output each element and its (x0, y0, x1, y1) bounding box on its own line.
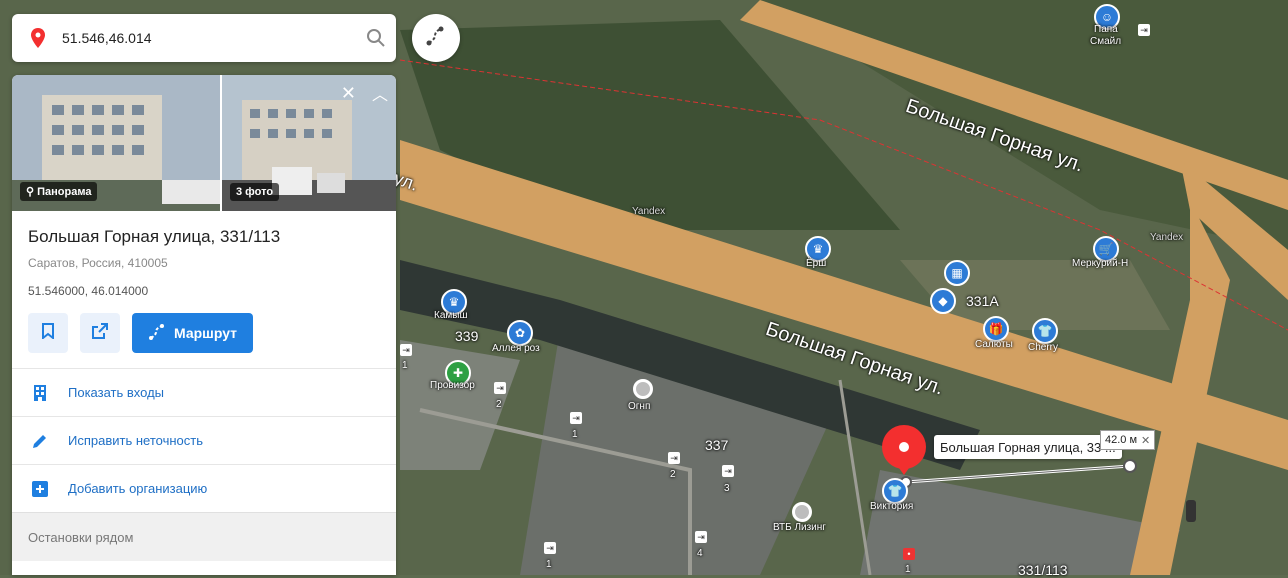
bookmark-button[interactable] (28, 313, 68, 353)
entrance-icon[interactable]: ⇥ (570, 412, 582, 424)
house-number: 331/113 (1018, 562, 1068, 578)
search-input[interactable] (60, 29, 356, 47)
close-icon[interactable]: ✕ (341, 83, 356, 104)
pencil-icon (28, 433, 52, 449)
menu-add-organization[interactable]: Добавить организацию (12, 464, 396, 512)
entrance-number: 1 (905, 564, 911, 575)
poi-papa-label2[interactable]: Смайл (1090, 36, 1121, 47)
poi-merkuriy-label[interactable]: Меркурий-Н (1072, 258, 1128, 269)
poi-provizor-label[interactable]: Провизор (430, 380, 475, 391)
entrance-icon[interactable]: ⇥ (400, 344, 412, 356)
map-pin-icon (26, 28, 50, 48)
distance-text: 42.0 м (1105, 434, 1138, 446)
menu-label: Исправить неточность (68, 433, 203, 448)
poi-vtb-icon[interactable] (792, 502, 812, 522)
house-number: 339 (455, 328, 479, 344)
search-bar (12, 14, 396, 62)
menu-label: Добавить организацию (68, 481, 208, 496)
action-row: Маршрут (12, 298, 396, 368)
panorama-caption: ⚲ Панорама (20, 182, 98, 201)
entrance-number: 1 (546, 559, 552, 570)
route-button[interactable]: Маршрут (132, 313, 254, 353)
photos-thumbnail[interactable]: 3 фото ✕ ︿ (222, 75, 396, 211)
entrance-number: 3 (724, 483, 730, 494)
entrance-number: 2 (496, 399, 502, 410)
place-coordinates[interactable]: 51.546000, 46.014000 (28, 284, 380, 298)
entrance-icon[interactable]: • (903, 548, 915, 560)
entrance-icon[interactable]: ⇥ (544, 542, 556, 554)
share-icon (92, 322, 108, 344)
poi-bank-icon[interactable]: ▦ (944, 260, 970, 286)
entrance-number: 1 (572, 429, 578, 440)
menu-label: Показать входы (68, 385, 165, 400)
place-subtitle: Саратов, Россия, 410005 (28, 256, 168, 270)
entrance-icon[interactable]: ⇥ (668, 452, 680, 464)
entrance-icon[interactable]: ⇥ (695, 531, 707, 543)
entrance-icon[interactable]: ⇥ (722, 465, 734, 477)
building-icon (28, 384, 52, 402)
entrance-icon[interactable]: ⇥ (494, 382, 506, 394)
poi-ognp-label[interactable]: Огнп (628, 401, 650, 412)
poi-cherry-icon[interactable]: 👕 (1032, 318, 1058, 344)
panorama-icon: ⚲ (26, 186, 35, 198)
route-button-round[interactable] (412, 14, 460, 62)
plus-icon (28, 480, 52, 497)
poi-jewel-icon[interactable]: ◆ (930, 288, 956, 314)
share-button[interactable] (80, 313, 120, 353)
menu-show-entrances[interactable]: Показать входы (12, 368, 396, 416)
poi-salyuty-label[interactable]: Салюты (975, 339, 1013, 350)
tooltip-text: Большая Горная улица, 33 ... (940, 439, 1116, 455)
route-icon (425, 25, 447, 52)
entrance-number: 4 (697, 548, 703, 559)
map-watermark: Yandex (1150, 232, 1184, 243)
map-watermark: Yandex (632, 206, 666, 217)
poi-viktoriya-label[interactable]: Виктория (870, 501, 913, 512)
route-icon (148, 323, 166, 344)
search-icon[interactable] (356, 29, 396, 47)
photo-strip: ⚲ Панорама 3 фото ✕ ︿ (12, 75, 396, 211)
poi-cherry-label[interactable]: Cherry (1028, 342, 1058, 353)
entrance-number: 1 (402, 360, 408, 371)
poi-ognp-icon[interactable] (633, 379, 653, 399)
poi-kamysh-label[interactable]: Камыш (434, 310, 467, 321)
poi-alleya-label[interactable]: Аллея роз (492, 343, 540, 354)
entrance-icon[interactable]: ⇥ (1138, 24, 1150, 36)
chevron-up-icon[interactable]: ︿ (372, 81, 388, 105)
close-icon[interactable]: ✕ (1141, 434, 1150, 447)
place-title: Большая Горная улица, 331/113 (28, 227, 281, 246)
location-pin-icon[interactable] (880, 425, 928, 477)
nearby-stops-header[interactable]: Остановки рядом (12, 512, 396, 561)
bookmark-icon (41, 322, 55, 344)
entrance-number: 2 (670, 469, 676, 480)
house-number: 331А (966, 293, 999, 309)
poi-papa-label[interactable]: Папа (1094, 24, 1118, 35)
menu-fix-error[interactable]: Исправить неточность (12, 416, 396, 464)
place-panel: ⚲ Панорама 3 фото ✕ ︿ Большая Горная ули… (12, 75, 396, 575)
poi-yorsh-label[interactable]: Ёрш (806, 258, 826, 269)
address-block: Большая Горная улица, 331/113 Саратов, Р… (12, 211, 396, 298)
route-address-tooltip: Большая Горная улица, 33 ... (934, 435, 1122, 459)
traffic-light-icon (1186, 500, 1196, 522)
panorama-label: Панорама (37, 186, 92, 198)
house-number: 337 (705, 437, 729, 453)
poi-vtb-label[interactable]: ВТБ Лизинг (773, 522, 826, 533)
photos-caption: 3 фото (230, 183, 280, 201)
panorama-thumbnail[interactable]: ⚲ Панорама (12, 75, 220, 211)
route-label: Маршрут (174, 325, 238, 341)
distance-badge: 42.0 м ✕ (1100, 430, 1156, 450)
